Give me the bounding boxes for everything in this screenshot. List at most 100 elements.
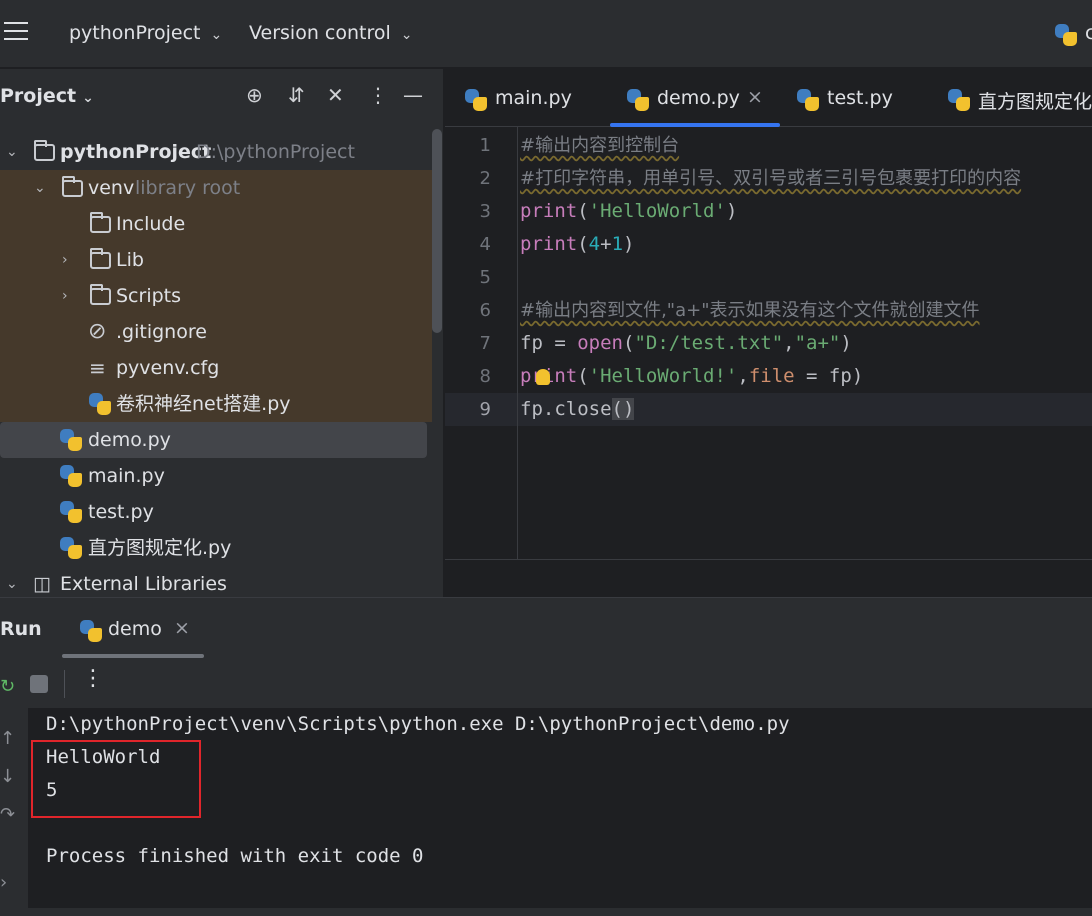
code-line-3[interactable]: print('HelloWorld') (520, 195, 737, 228)
project-switcher[interactable]: pythonProject ⌄ (69, 22, 222, 44)
vcs-label: Version control (249, 22, 391, 44)
tree-item-label: pyvenv.cfg (116, 357, 220, 379)
chevron-right-icon[interactable]: › (62, 242, 68, 278)
highlight-box (31, 740, 201, 818)
chevron-down-icon[interactable]: ⌄ (6, 134, 18, 170)
library-icon: ◫ (33, 573, 51, 595)
chevron-down-icon[interactable]: ⌄ (34, 170, 46, 206)
tree-item-hint: library root (135, 177, 241, 199)
code-line-1[interactable]: #输出内容到控制台 (520, 129, 679, 162)
chevron-down-icon: ⌄ (82, 90, 94, 106)
comma: , (783, 332, 795, 354)
tree-item-pyvenv-cfg[interactable]: ≡ pyvenv.cfg (0, 350, 432, 386)
stop-icon[interactable] (30, 675, 48, 693)
folder-icon (90, 248, 111, 269)
tree-item-label: test.py (88, 501, 154, 523)
chevron-right-icon[interactable]: › (62, 278, 68, 314)
hamburger-menu-icon[interactable] (4, 22, 28, 46)
variable: fp (828, 365, 852, 387)
tree-item-label: .gitignore (116, 321, 207, 343)
editor-tabs: main.py demo.py × test.py 直方图规定化.py (445, 69, 1092, 127)
console-command-line: D:\pythonProject\venv\Scripts\python.exe… (46, 713, 790, 735)
project-panel-header: Project ⌄ ⊕ ⇵ ✕ ⋮ — (0, 69, 444, 127)
folder-icon (34, 140, 55, 161)
python-file-icon (60, 429, 82, 451)
line-number: 9 (479, 399, 491, 420)
vcs-menu[interactable]: Version control ⌄ (249, 22, 413, 44)
options-icon[interactable]: ⋮ (368, 83, 388, 107)
code-line-6[interactable]: #输出内容到文件,"a+"表示如果没有这个文件就创建文件 (520, 294, 979, 327)
run-tab-label: demo (108, 618, 162, 640)
comment: #输出内容到文件,"a+"表示如果没有这个文件就创建文件 (520, 300, 980, 321)
code-line-7[interactable]: fp = open("D:/test.txt","a+") (520, 327, 852, 360)
tree-item-main-py[interactable]: main.py (0, 458, 432, 494)
tree-item-label: main.py (88, 465, 165, 487)
tree-item-label: pythonProject (60, 141, 212, 163)
down-arrow-icon[interactable]: ↓ (0, 766, 15, 787)
project-scrollbar[interactable] (432, 129, 442, 333)
tree-item-lib[interactable]: › Lib (0, 242, 432, 278)
ignore-file-icon: ⊘ (88, 319, 107, 344)
project-panel-title[interactable]: Project ⌄ (0, 85, 94, 107)
more-options-icon[interactable]: ⋮ (82, 666, 104, 691)
tab-label: 直方图规定化.py (978, 91, 1092, 113)
editor-area: main.py demo.py × test.py 直方图规定化.py 1 2 … (445, 69, 1092, 597)
project-name: pythonProject (69, 22, 201, 44)
console-exit-line: Process finished with exit code 0 (46, 845, 424, 867)
tree-item-scripts[interactable]: › Scripts (0, 278, 432, 314)
run-panel-header: Run demo × (0, 598, 1092, 658)
tree-item-histogram-py[interactable]: 直方图规定化.py (0, 530, 432, 566)
tree-item-include[interactable]: Include (0, 206, 432, 242)
locate-icon[interactable]: ⊕ (246, 83, 263, 107)
code-line-8[interactable]: print('HelloWorld!',file = fp) (520, 360, 863, 393)
toolbar-separator (64, 670, 65, 698)
python-file-icon (627, 89, 649, 111)
python-file-icon (465, 89, 487, 111)
keyword-argument: file (748, 365, 795, 387)
lightbulb-icon[interactable] (536, 369, 550, 385)
method-call: .close (542, 398, 612, 420)
run-config-label[interactable]: c (1085, 22, 1092, 44)
expand-icon[interactable]: › (0, 872, 7, 893)
code-line-4[interactable]: print(4+1) (520, 228, 634, 261)
line-number: 1 (479, 135, 491, 156)
string-literal: 'HelloWorld!' (588, 365, 738, 387)
tree-item-label: Lib (116, 249, 144, 271)
tree-item-venv[interactable]: ⌄ venv library root (0, 170, 432, 206)
tree-item-test-py[interactable]: test.py (0, 494, 432, 530)
gutter-divider (517, 127, 518, 559)
tree-item-label: demo.py (88, 429, 171, 451)
code-line-9[interactable]: fp.close() (520, 393, 635, 426)
tree-item-label: Scripts (116, 285, 182, 307)
up-arrow-icon[interactable]: ↑ (0, 728, 15, 749)
chevron-down-icon: ⌄ (210, 27, 223, 43)
run-toolbar: ⋮ (0, 660, 1092, 708)
python-file-icon (797, 89, 819, 111)
close-icon[interactable]: × (174, 617, 190, 639)
close-icon[interactable]: × (747, 86, 763, 108)
variable: fp (520, 332, 543, 354)
string-literal: "a+" (794, 332, 841, 354)
collapse-all-icon[interactable]: ✕ (327, 83, 344, 107)
tree-item-demo-py[interactable]: demo.py (0, 422, 427, 458)
tree-item-pythonproject[interactable]: ⌄ pythonProject D:\pythonProject (0, 134, 432, 170)
comma: , (737, 365, 749, 387)
tree-item-cnn-py[interactable]: 卷积神经net搭建.py (0, 386, 432, 422)
project-panel: Project ⌄ ⊕ ⇵ ✕ ⋮ — ⌄ pythonProject D:\py… (0, 69, 444, 597)
line-number: 5 (479, 267, 491, 288)
tree-item-gitignore[interactable]: ⊘ .gitignore (0, 314, 432, 350)
code-line-2[interactable]: #打印字符串，用单引号、双引号或者三引号包裹要打印的内容 (520, 162, 1021, 195)
soft-wrap-icon[interactable]: ↷ (0, 804, 15, 825)
number-literal: 1 (611, 233, 624, 255)
tab-label: main.py (495, 87, 572, 109)
variable: fp (520, 398, 543, 420)
hide-panel-icon[interactable]: — (403, 83, 423, 107)
python-file-icon (60, 465, 82, 487)
folder-icon (90, 212, 111, 233)
string-literal: "D:/test.txt" (634, 332, 784, 354)
console-output[interactable]: D:\pythonProject\venv\Scripts\python.exe… (28, 708, 1092, 908)
expand-collapse-icon[interactable]: ⇵ (288, 83, 305, 107)
main-toolbar: pythonProject ⌄ Version control ⌄ c (0, 0, 1092, 68)
rerun-icon[interactable]: ↻ (0, 676, 15, 697)
text-file-icon: ≡ (89, 356, 106, 380)
